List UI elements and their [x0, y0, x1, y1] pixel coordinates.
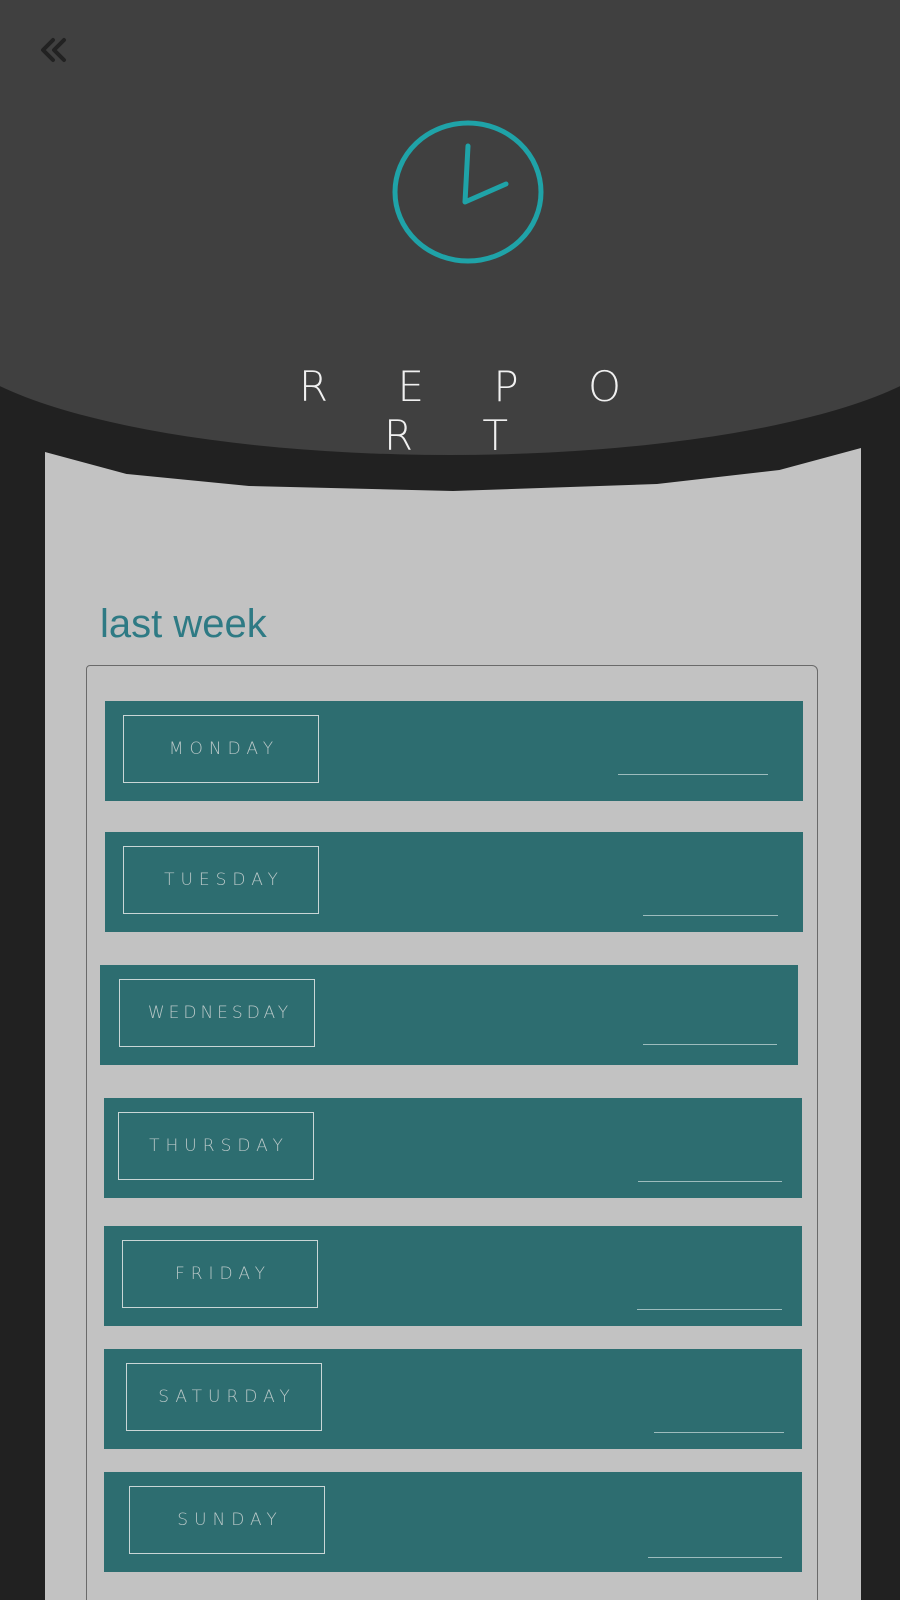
day-label: SATURDAY: [126, 1363, 322, 1431]
day-row-saturday[interactable]: SATURDAY: [104, 1349, 802, 1449]
day-value: [638, 1181, 782, 1182]
day-value: [643, 1044, 777, 1045]
day-row-wednesday[interactable]: WEDNESDAY: [100, 965, 798, 1065]
day-label: FRIDAY: [122, 1240, 318, 1308]
back-button[interactable]: [32, 28, 76, 72]
day-row-monday[interactable]: MONDAY: [105, 701, 803, 801]
day-row-thursday[interactable]: THURSDAY: [104, 1098, 802, 1198]
day-row-sunday[interactable]: SUNDAY: [104, 1472, 802, 1572]
day-label: SUNDAY: [129, 1486, 325, 1554]
day-value: [648, 1557, 782, 1558]
day-value: [637, 1309, 782, 1310]
double-chevron-left-icon: [41, 38, 66, 62]
day-row-friday[interactable]: FRIDAY: [104, 1226, 802, 1326]
day-value: [643, 915, 778, 916]
day-value: [618, 774, 768, 775]
day-value: [654, 1432, 784, 1433]
page-title: R E P O R T: [298, 362, 650, 460]
report-screen: R E P O R T last week MONDAY TUESDAY WED…: [0, 0, 900, 1600]
day-label: TUESDAY: [123, 846, 319, 914]
section-title: last week: [100, 602, 267, 646]
day-row-tuesday[interactable]: TUESDAY: [105, 832, 803, 932]
day-label: WEDNESDAY: [119, 979, 315, 1047]
day-label: THURSDAY: [118, 1112, 314, 1180]
day-label: MONDAY: [123, 715, 319, 783]
clock-icon: [392, 120, 544, 264]
